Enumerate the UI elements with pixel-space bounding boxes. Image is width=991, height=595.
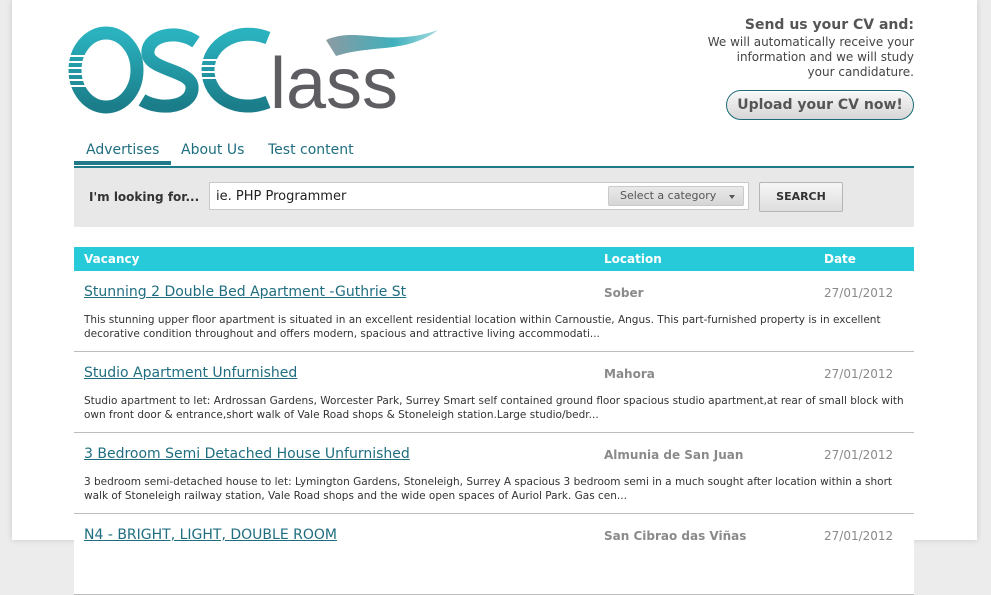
listing-location: San Cibrao das Viñas [604,529,747,543]
search-bar: I'm looking for... Select a category SEA… [74,168,914,227]
listing-description: This stunning upper floor apartment is s… [84,314,881,340]
category-select[interactable]: Select a category [608,186,744,206]
cv-line: your candidature. [807,65,914,79]
listing-date: 27/01/2012 [824,448,894,462]
nav-item-advertises[interactable]: Advertises [74,142,172,165]
listing-description: 3 bedroom semi-detached house to let: Ly… [84,476,893,502]
column-header-location: Location [604,252,662,266]
listing-description: Studio apartment to let: Ardrossan Garde… [84,395,904,421]
listing-table-header: Vacancy Location Date [74,247,914,271]
upload-cv-button[interactable]: Upload your CV now! [726,90,914,120]
listing-date: 27/01/2012 [824,286,894,300]
listing-table: Stunning 2 Double Bed Apartment -Guthrie… [74,271,914,595]
cv-title: Send us your CV and: [744,17,914,33]
listing-title-link[interactable]: N4 - BRIGHT, LIGHT, DOUBLE ROOM [84,527,337,543]
table-row: N4 - BRIGHT, LIGHT, DOUBLE ROOM San Cibr… [74,514,914,595]
table-row: 3 Bedroom Semi Detached House Unfurnishe… [74,433,914,514]
cv-promo: Send us your CV and: We will automatical… [654,16,914,120]
page: lass Send us your CV and: We will automa… [12,0,977,595]
listing-location: Almunia de San Juan [604,448,744,462]
cv-description: We will automatically receive your infor… [654,35,914,80]
listing-title-link[interactable]: Stunning 2 Double Bed Apartment -Guthrie… [84,284,406,300]
listing-location: Sober [604,286,644,300]
cv-line: information and we will study [736,50,914,64]
listing-title-link[interactable]: Studio Apartment Unfurnished [84,365,297,381]
cv-line: We will automatically receive your [707,35,914,49]
listing-title-link[interactable]: 3 Bedroom Semi Detached House Unfurnishe… [84,446,410,462]
listing-location: Mahora [604,367,655,381]
search-input[interactable] [210,183,612,209]
main-nav: Advertises About Us Test content [74,140,914,168]
search-label: I'm looking for... [89,190,200,204]
category-select-label: Select a category [620,189,717,202]
table-row: Studio Apartment Unfurnished Mahora 27/0… [74,352,914,433]
column-header-date: Date [824,252,856,266]
search-button[interactable]: SEARCH [759,182,843,212]
osclass-logo[interactable]: lass [68,26,448,116]
svg-text:lass: lass [270,44,398,116]
chevron-down-icon [729,195,735,199]
table-row: Stunning 2 Double Bed Apartment -Guthrie… [74,271,914,352]
listing-date: 27/01/2012 [824,367,894,381]
nav-item-test-content[interactable]: Test content [268,142,354,162]
search-field: Select a category [209,182,749,210]
nav-item-about-us[interactable]: About Us [181,142,244,162]
listing-date: 27/01/2012 [824,529,894,543]
column-header-vacancy: Vacancy [84,252,140,266]
